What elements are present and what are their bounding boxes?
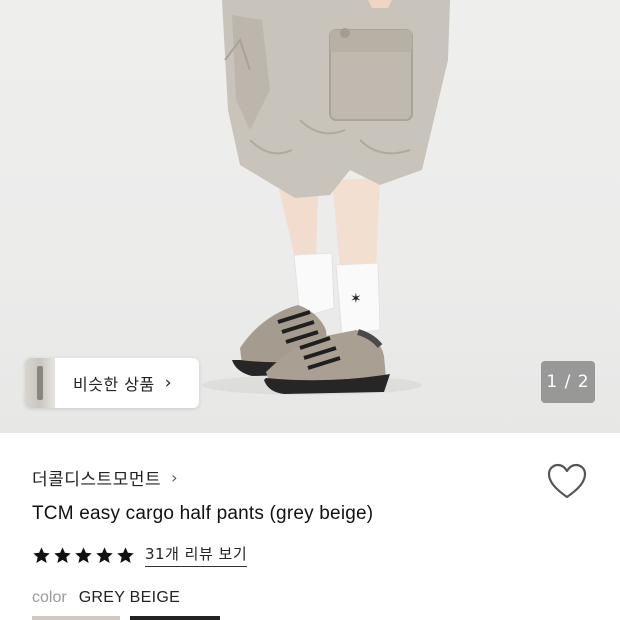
heart-outline-icon[interactable]: [546, 462, 588, 502]
similar-products-label: 비슷한 상품: [73, 375, 155, 394]
similar-products-button[interactable]: 비슷한 상품 ›: [25, 358, 199, 408]
star-icon: [117, 546, 134, 563]
rating-stars: [32, 546, 135, 565]
svg-text:✶: ✶: [350, 291, 362, 307]
star-icon: [75, 546, 92, 563]
color-value: GREY BEIGE: [78, 589, 181, 606]
color-swatch-grey-beige[interactable]: [32, 616, 120, 620]
brand-name: 더콜디스트모먼트: [32, 470, 162, 490]
brand-link[interactable]: 더콜디스트모먼트 ›: [32, 465, 178, 490]
chevron-right-icon: ›: [171, 468, 178, 487]
color-swatch-option[interactable]: [130, 616, 220, 620]
similar-product-thumbnail: [25, 358, 55, 408]
product-image-gallery[interactable]: ✶ 비슷한 상품 › 1 / 2: [0, 0, 620, 433]
image-counter: 1 / 2: [541, 361, 595, 403]
star-icon: [54, 546, 71, 563]
star-icon: [96, 546, 113, 563]
review-link[interactable]: 31개 리뷰 보기: [145, 543, 248, 567]
product-title: TCM easy cargo half pants (grey beige): [32, 503, 374, 524]
star-icon: [33, 546, 50, 563]
color-row: color GREY BEIGE: [32, 589, 180, 607]
chevron-right-icon: ›: [164, 373, 172, 393]
rating-row: 31개 리뷰 보기: [32, 543, 248, 567]
color-label: color: [32, 589, 67, 606]
